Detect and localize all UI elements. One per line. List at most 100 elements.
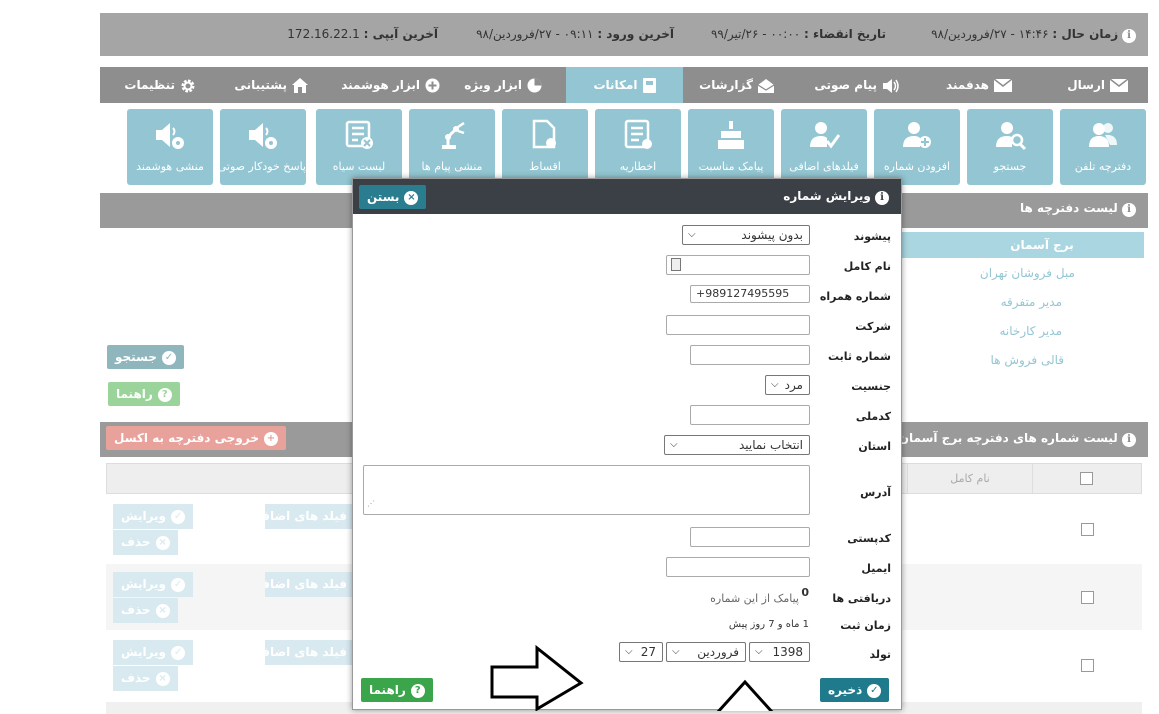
row-checkbox[interactable] <box>1081 523 1094 536</box>
tile-auto-voice-reply[interactable]: پاسخ خودکار صوتی <box>218 109 306 185</box>
help-button[interactable]: ?راهنما <box>108 382 180 406</box>
phonebook-item[interactable]: مبل فروشان تهران <box>980 266 1075 280</box>
modal-title: i ویرایش شماره <box>783 189 889 205</box>
label-email: ایمیل <box>861 562 891 575</box>
label-postal: کدپستی <box>847 532 891 545</box>
label-reg-time: زمان ثبت <box>840 619 891 632</box>
received-count: 0 <box>801 586 809 599</box>
tab-reports[interactable]: گزارشات <box>691 67 782 103</box>
plus-circle-icon <box>425 78 440 93</box>
tab-smart-tools[interactable]: ابزار هوشمند <box>333 67 448 103</box>
close-icon: × <box>155 603 170 618</box>
postal-input[interactable] <box>690 527 810 547</box>
edit-number-modal: i ویرایش شماره ×بستن پیشوند بدون پیشوند ⌵… <box>352 178 902 711</box>
tile-occasion-sms[interactable]: پیامک مناسبت <box>688 109 774 185</box>
tile-message-secretary[interactable]: منشی پیام ها <box>409 109 495 185</box>
user-search-icon <box>996 122 1026 151</box>
edit-button[interactable]: ✓ویرایش <box>113 504 194 529</box>
gender-select[interactable]: مرد ⌵ <box>765 375 810 395</box>
tile-phonebook[interactable]: دفترچه تلفن <box>1060 109 1146 185</box>
extra-fields-button[interactable]: فیلد های اضافی <box>265 504 355 529</box>
resize-handle-icon: ⋰ <box>367 499 375 508</box>
fullname-input[interactable] <box>666 255 810 275</box>
book-icon <box>642 78 656 93</box>
phonebook-item[interactable]: مدیر متفرقه <box>1001 295 1062 309</box>
tile-notice[interactable]: اخطاریه <box>595 109 681 185</box>
check-icon: ✓ <box>867 683 882 698</box>
user-plus-icon <box>903 122 931 148</box>
tile-installments[interactable]: اقساط <box>502 109 588 185</box>
prefix-select[interactable]: بدون پیشوند ⌵ <box>682 225 810 245</box>
tile-extra-fields[interactable]: فیلدهای اضافی <box>781 109 867 185</box>
current-time: i زمان حال : ۱۴:۴۶ - ۲۷/فروردین/۹۸ <box>931 27 1136 43</box>
close-button[interactable]: ×بستن <box>359 185 427 209</box>
check-icon: ✓ <box>171 509 186 524</box>
chevron-down-icon: ⌵ <box>672 646 680 657</box>
file-gear-icon <box>532 119 556 149</box>
tab-features[interactable]: امکانات <box>566 67 683 103</box>
reg-time-value: 1 ماه و 7 روز پیش <box>728 619 809 630</box>
label-received: دریافتی ها <box>832 592 891 605</box>
birth-year-select[interactable]: 1398 ⌵ <box>749 642 810 662</box>
contact-card-icon <box>671 258 681 271</box>
label-prefix: پیشوند <box>853 230 891 243</box>
company-input[interactable] <box>666 315 810 335</box>
home-icon <box>292 78 308 93</box>
delete-button[interactable]: ×حذف <box>113 598 178 623</box>
search-button[interactable]: ✓جستجو <box>107 345 184 369</box>
phonebook-item[interactable]: قالی فروش ها <box>991 353 1064 367</box>
extra-fields-button[interactable]: فیلد های اضافی <box>265 640 355 665</box>
info-icon: i <box>875 191 889 205</box>
received-text: پیامک از این شماره <box>710 592 799 605</box>
info-icon: i <box>1122 203 1136 217</box>
col-fullname[interactable]: نام کامل <box>907 464 1033 493</box>
tab-support[interactable]: پشتیبانی <box>226 67 316 103</box>
tab-targeted[interactable]: هدفمند <box>938 67 1020 103</box>
phone-input[interactable] <box>690 345 810 365</box>
label-fullname: نام کامل <box>843 260 891 273</box>
edit-button[interactable]: ✓ویرایش <box>113 572 194 597</box>
label-address: آدرس <box>860 486 891 499</box>
tab-settings[interactable]: تنظیمات <box>116 67 204 103</box>
pie-chart-icon <box>527 78 542 93</box>
mobile-input[interactable]: +989127495595 <box>690 285 810 303</box>
birth-month-select[interactable]: فروردین ⌵ <box>666 642 746 662</box>
expire-date: تاریخ انقضاء : ۰۰:۰۰ - ۲۶/تیر/۹۹ <box>710 27 886 41</box>
tab-voice-message[interactable]: پیام صوتی <box>806 67 908 103</box>
tab-special-tools[interactable]: ابزار ویژه <box>456 67 550 103</box>
main-nav: ارسال هدفمند پیام صوتی گزارشات امکانات ا… <box>100 67 1148 103</box>
label-birth: تولد <box>869 648 891 661</box>
users-icon <box>1089 123 1117 147</box>
envelope-target-icon <box>994 79 1012 92</box>
national-code-input[interactable] <box>690 405 810 425</box>
label-phone: شماره ثابت <box>827 350 891 363</box>
delete-button[interactable]: ×حذف <box>113 666 178 691</box>
close-icon: × <box>155 535 170 550</box>
tile-add-number[interactable]: افزودن شماره <box>874 109 960 185</box>
tile-smart-secretary[interactable]: منشی هوشمند <box>127 109 213 185</box>
edit-button[interactable]: ✓ویرایش <box>113 640 194 665</box>
search-panel-header <box>100 193 360 228</box>
export-excel-button[interactable]: +خروجی دفترچه به اکسل <box>106 426 286 450</box>
address-textarea[interactable]: ⋰ <box>363 465 810 515</box>
speaker-gear-icon <box>156 123 184 149</box>
birth-day-select[interactable]: 27 ⌵ <box>619 642 663 662</box>
tile-search[interactable]: جستجو <box>967 109 1053 185</box>
close-icon: × <box>155 671 170 686</box>
row-checkbox[interactable] <box>1081 591 1094 604</box>
delete-button[interactable]: ×حذف <box>113 530 178 555</box>
modal-help-button[interactable]: ?راهنما <box>361 678 433 702</box>
province-select[interactable]: انتخاب نمایید ⌵ <box>664 435 810 455</box>
question-icon: ? <box>410 683 425 698</box>
chevron-down-icon: ⌵ <box>771 379 779 390</box>
tab-send[interactable]: ارسال <box>1059 67 1136 103</box>
save-button[interactable]: ✓ذخیره <box>820 678 890 702</box>
select-all-checkbox[interactable] <box>1080 472 1093 485</box>
list-block-icon <box>345 120 373 149</box>
tile-blacklist[interactable]: لیست سیاه <box>316 109 402 185</box>
extra-fields-button[interactable]: فیلد های اضافی <box>265 572 355 597</box>
email-input[interactable] <box>666 557 810 577</box>
phonebook-item[interactable]: مدیر کارخانه <box>999 324 1062 338</box>
row-checkbox[interactable] <box>1081 659 1094 672</box>
phonebook-item-active[interactable]: برج آسمان <box>900 232 1144 258</box>
